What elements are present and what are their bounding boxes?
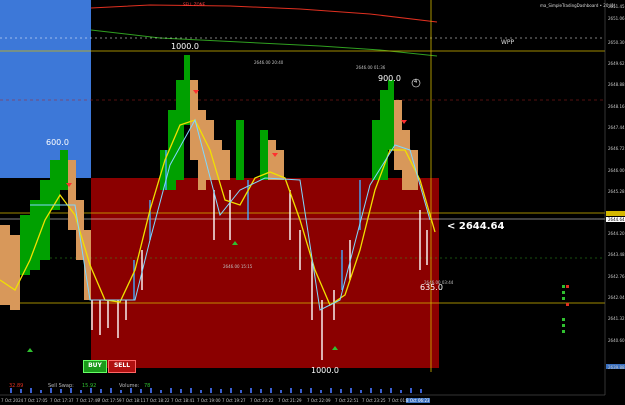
swing-label: 900.0 (378, 74, 401, 83)
timestamp-label: 2646.00 15:15 (223, 264, 253, 269)
swing-label: 600.0 (46, 138, 69, 147)
price-tick: 2648.88 (608, 82, 625, 87)
price-tick: 2639.88 (608, 365, 625, 370)
price-tick: 2640.60 (608, 338, 625, 343)
sell-swap-label: Sell Swap: (48, 383, 74, 389)
volume-value: 78 (144, 383, 151, 389)
time-tick: 7 Oct 19:00 (197, 398, 221, 403)
price-tick: 2645.28 (608, 189, 625, 194)
price-readout: < 2644.64 (447, 221, 505, 232)
timestamp-label: 2646.00 03:44 (424, 280, 454, 285)
price-chart[interactable] (0, 0, 625, 405)
timestamp-label: 2646.00 01:36 (356, 65, 386, 70)
price-tick: 2646.72 (608, 146, 625, 151)
price-tick: 2651.45 (608, 4, 625, 9)
price-tick: 2649.62 (608, 61, 625, 66)
time-tick: 7 Oct 18:11 (122, 398, 146, 403)
volume-label: Volume: (119, 383, 140, 389)
zone-label: SELL ZONE (183, 2, 206, 7)
sell-zone (91, 178, 439, 368)
price-tick: 2643.48 (608, 252, 625, 257)
time-tick: 7 Oct 2024 (1, 398, 24, 403)
time-tick: 7 Oct 17:59 (98, 398, 122, 403)
sell-swap-value: 15.92 (82, 383, 97, 389)
time-tick: 8 Oct 06:23 (406, 398, 430, 403)
time-tick: 7 Oct 19:27 (222, 398, 246, 403)
time-tick: 7 Oct 23:25 (362, 398, 386, 403)
buy-zone (0, 0, 91, 178)
status-left-value: 32.89 (9, 383, 24, 389)
price-tick: 2644.20 (608, 231, 625, 236)
price-tick: 2644.64 (608, 217, 625, 222)
time-tick: 7 Oct 22:51 (335, 398, 359, 403)
time-tick: 7 Oct 17:37 (50, 398, 74, 403)
price-tick: 2647.44 (608, 125, 625, 130)
indicator-title: ma_SimpleTradingDashboard • 20 (1) (540, 3, 616, 8)
swing-label: 1000.0 (311, 366, 339, 375)
pivot-label: WPP (501, 39, 515, 46)
time-tick: 7 Oct 18:41 (171, 398, 195, 403)
time-tick: 7 Oct 17:05 (24, 398, 48, 403)
price-tick: 2642.04 (608, 295, 625, 300)
time-tick: 7 Oct 22:09 (307, 398, 331, 403)
time-tick: 7 Oct 18:22 (146, 398, 170, 403)
time-tick: 7 Oct 17:49 (76, 398, 100, 403)
price-tick: 2646.00 (608, 168, 625, 173)
time-tick: 7 Oct 21:29 (278, 398, 302, 403)
timestamp-label: 2646.00 20:40 (254, 60, 284, 65)
price-tick: 2648.16 (608, 104, 625, 109)
swing-label: 1000.0 (171, 42, 199, 51)
price-tick: 2642.76 (608, 274, 625, 279)
time-tick: 7 Oct 20:22 (250, 398, 274, 403)
circle-badge: 4 (414, 79, 418, 85)
sell-button[interactable]: SELL (108, 360, 136, 373)
price-tick: 2650.30 (608, 40, 625, 45)
price-tick: 2651.06 (608, 16, 625, 21)
price-tick: 2641.32 (608, 316, 625, 321)
buy-button[interactable]: BUY (83, 360, 107, 373)
